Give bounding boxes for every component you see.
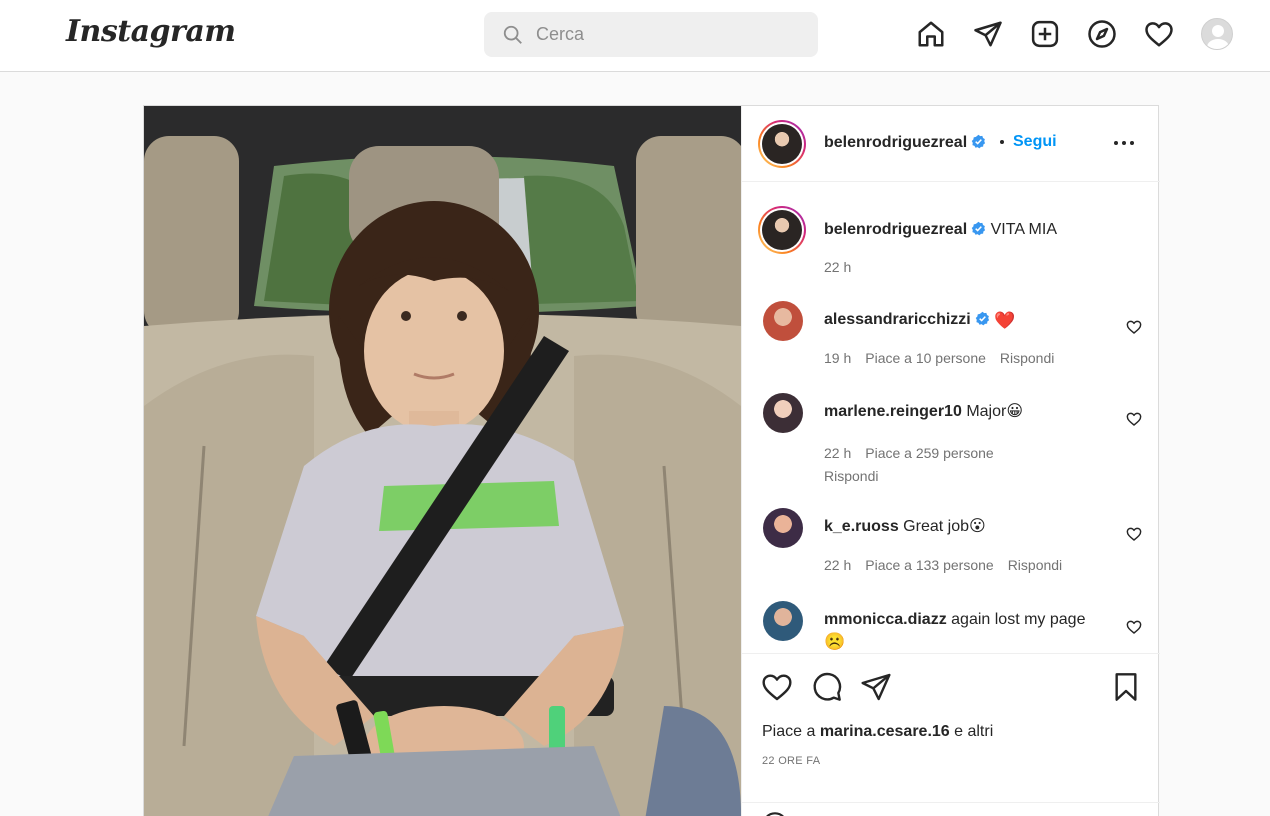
reply-button[interactable]: Rispondi xyxy=(1000,350,1054,366)
comment-avatar[interactable] xyxy=(763,508,803,548)
verified-badge-icon xyxy=(971,134,986,149)
caption-time: 22 h xyxy=(824,259,852,275)
post-card: belenrodriguezreal Segui belenrodriguezr… xyxy=(143,105,1160,816)
more-options-icon[interactable] xyxy=(1112,133,1136,153)
caption-avatar[interactable] xyxy=(758,206,806,254)
author-username[interactable]: belenrodriguezreal xyxy=(824,134,967,151)
author-avatar[interactable] xyxy=(758,120,806,168)
follow-button[interactable]: Segui xyxy=(1013,133,1057,151)
save-bookmark-icon[interactable] xyxy=(1110,671,1142,703)
likes-prefix: Piace a xyxy=(762,723,820,740)
comment-meta: 22 h Piace a 259 persone Rispondi xyxy=(824,442,1124,488)
comment-like-icon[interactable] xyxy=(1126,619,1142,635)
post-timestamp: 22 ORE FA xyxy=(762,755,821,767)
nav-icons xyxy=(914,17,1233,51)
comment-line: mmonicca.diazz again lost my page ☹️ xyxy=(824,609,1114,652)
like-icon[interactable] xyxy=(761,671,793,703)
home-icon[interactable] xyxy=(914,17,948,51)
comment-line: alessandraricchizzi ❤️ xyxy=(824,309,1114,331)
post-photo[interactable] xyxy=(144,106,741,816)
send-icon[interactable] xyxy=(971,17,1005,51)
post-side-panel: belenrodriguezreal Segui belenrodriguezr… xyxy=(741,106,1160,816)
plus-square-icon[interactable] xyxy=(1028,17,1062,51)
compass-icon[interactable] xyxy=(1085,17,1119,51)
comment-avatar[interactable] xyxy=(763,601,803,641)
reply-button[interactable]: Rispondi xyxy=(1008,557,1062,573)
comment-line: marlene.reinger10 Major😀 xyxy=(824,401,1114,422)
comment-line: k_e.ruoss Great job😮 xyxy=(824,516,1114,537)
likes-username[interactable]: marina.cesare.16 xyxy=(820,723,950,740)
search-icon xyxy=(503,25,522,44)
comment-time: 19 h xyxy=(824,350,852,366)
comment-text: Major😀 xyxy=(966,403,1023,420)
post-header: belenrodriguezreal Segui xyxy=(742,106,1160,182)
comment-username[interactable]: alessandraricchizzi xyxy=(824,311,971,328)
emoji-icon[interactable] xyxy=(761,811,789,816)
separator-dot xyxy=(1000,140,1004,144)
verified-badge-icon xyxy=(975,311,989,326)
verified-badge-icon xyxy=(971,221,986,236)
comments-list[interactable]: belenrodriguezreal VITA MIA 22 h alessan… xyxy=(742,183,1160,653)
comment-time: 22 h xyxy=(824,445,852,461)
avatar[interactable] xyxy=(1201,18,1233,50)
share-icon[interactable] xyxy=(860,671,892,703)
reply-button[interactable]: Rispondi xyxy=(824,468,878,484)
comment-likes[interactable]: Piace a 259 persone xyxy=(865,445,993,461)
search-bar[interactable] xyxy=(484,12,818,57)
comment-meta: 19 h Piace a 10 persone Rispondi xyxy=(824,350,1068,366)
comment-text: ❤️ xyxy=(994,311,1016,330)
comment-text-emoji: ☹️ xyxy=(824,632,846,651)
caption-username[interactable]: belenrodriguezreal xyxy=(824,221,967,238)
comment-username[interactable]: k_e.ruoss xyxy=(824,518,899,535)
caption-text: VITA MIA xyxy=(990,221,1057,238)
comment-likes[interactable]: Piace a 133 persone xyxy=(865,557,993,573)
caption-line: belenrodriguezreal VITA MIA xyxy=(824,219,1114,240)
comment-text: again lost my page xyxy=(951,611,1086,628)
search-input[interactable] xyxy=(536,24,796,45)
likes-others[interactable]: e altri xyxy=(950,723,993,740)
comment-like-icon[interactable] xyxy=(1126,319,1142,335)
comment-avatar[interactable] xyxy=(763,301,803,341)
top-navigation: Instagram xyxy=(0,0,1270,72)
post-image xyxy=(144,106,741,816)
comment-like-icon[interactable] xyxy=(1126,526,1142,542)
add-comment-bar[interactable] xyxy=(742,802,1160,816)
comment-like-icon[interactable] xyxy=(1126,411,1142,427)
heart-icon[interactable] xyxy=(1142,17,1176,51)
comment-text: Great job😮 xyxy=(903,518,986,535)
comment-time: 22 h xyxy=(824,557,852,573)
comment-likes[interactable]: Piace a 10 persone xyxy=(865,350,986,366)
comment-meta: 22 h Piace a 133 persone Rispondi xyxy=(824,557,1076,573)
comment-username[interactable]: marlene.reinger10 xyxy=(824,403,962,420)
comment-username[interactable]: mmonicca.diazz xyxy=(824,611,947,628)
author-username-row: belenrodriguezreal xyxy=(824,134,986,152)
comment-avatar[interactable] xyxy=(763,393,803,433)
instagram-logo[interactable]: Instagram xyxy=(66,14,236,49)
post-actions: Piace a marina.cesare.16 e altri 22 ORE … xyxy=(742,653,1160,816)
likes-summary: Piace a marina.cesare.16 e altri xyxy=(762,723,993,741)
comment-icon[interactable] xyxy=(811,671,843,703)
